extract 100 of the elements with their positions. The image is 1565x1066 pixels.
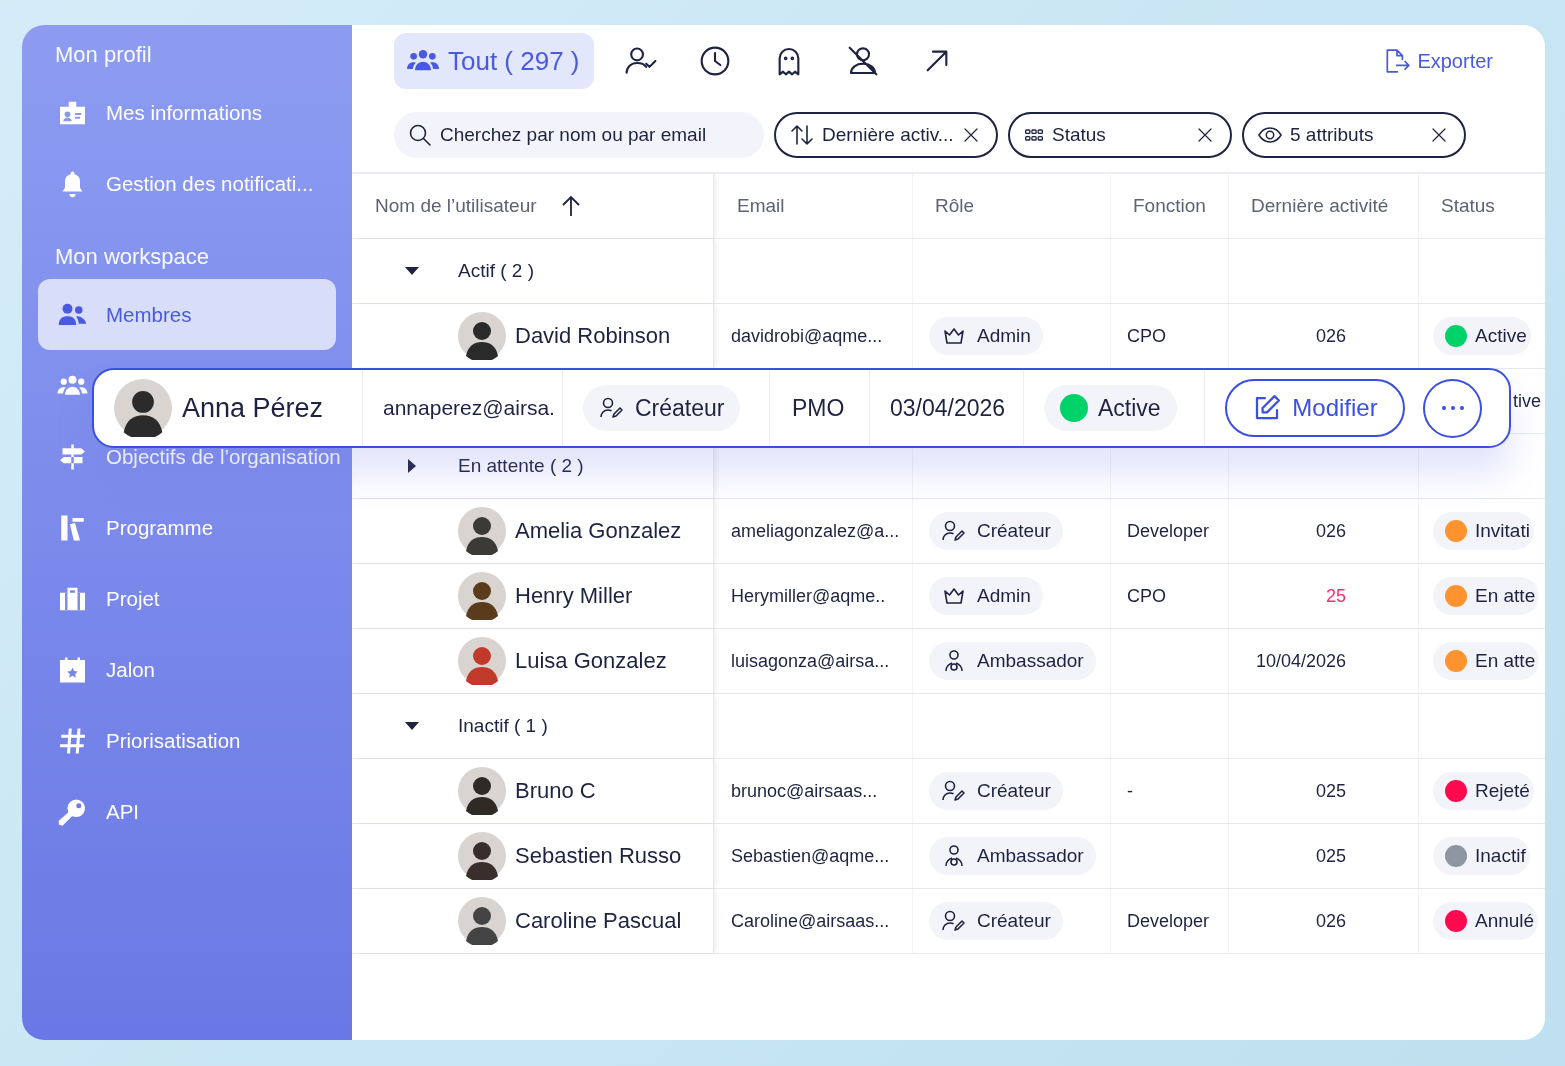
email-cell: brunoc@airsaas... [731, 780, 878, 802]
user-name: Anna Pérez [182, 392, 324, 424]
email-cell: Caroline@airsaas... [731, 910, 890, 932]
user-name: Henry Miller [515, 583, 633, 609]
caret-down-icon[interactable] [404, 266, 420, 276]
close-icon[interactable] [962, 126, 980, 144]
user-name: Amelia Gonzalez [515, 518, 682, 544]
email-cell: Sebastien@aqme... [731, 845, 890, 867]
column-header[interactable]: Dernière activité [1251, 195, 1389, 217]
email-cell: Herymiller@aqme.. [731, 585, 886, 607]
filter-tab[interactable]: Tout ( 297 ) [394, 33, 594, 89]
status-badge: Rejeté [1433, 772, 1534, 810]
export-icon [1383, 48, 1412, 74]
last-activity-cell: 03/04/2026 [890, 394, 1006, 422]
sidebar-item-label: Programme [106, 515, 214, 540]
column-header[interactable]: Status [1441, 195, 1495, 217]
sidebar-item-label: Gestion des notificati... [106, 171, 314, 196]
function-cell: CPO [1127, 325, 1166, 347]
sidebar-item-label: Mes informations [106, 100, 263, 125]
sidebar-item-label: API [106, 799, 140, 824]
role-badge: Créateur [929, 902, 1063, 940]
sidebar-item[interactable]: Jalon [38, 634, 336, 705]
avatar [458, 637, 506, 685]
avatar [458, 507, 506, 555]
group-label: Actif ( 2 ) [458, 260, 534, 282]
function-cell: - [1127, 780, 1133, 802]
role-badge: Ambassador [929, 642, 1096, 680]
email-cell: luisagonza@airsa... [731, 650, 890, 672]
edit-button[interactable]: Modifier [1225, 379, 1405, 437]
last-activity-cell: 026 [1315, 910, 1346, 932]
group-label: Inactif ( 1 ) [458, 715, 548, 737]
user-pen-icon [599, 396, 625, 420]
filter-chip[interactable]: Dernière activ... [774, 112, 998, 158]
sidebar-item-label: Projet [106, 586, 160, 611]
sidebar-item-label: Membres [106, 302, 192, 327]
filter-chip[interactable]: Status [1008, 112, 1232, 158]
email-cell: davidrobi@aqme... [731, 325, 883, 347]
role-badge: Admin [929, 317, 1043, 355]
role-badge: Créateur [929, 772, 1063, 810]
function-cell: CPO [1127, 585, 1166, 607]
role-badge: Créateur [583, 385, 741, 431]
avatar [458, 572, 506, 620]
user-pen-icon [941, 909, 967, 933]
sidebar-item[interactable]: Programme [38, 492, 336, 563]
filter-chip[interactable]: 5 attributs [1242, 112, 1466, 158]
status-label: tive [1513, 390, 1541, 412]
last-activity-cell: 25 [1325, 585, 1346, 607]
status-badge: Inactif [1433, 837, 1530, 875]
email-cell: annaperez@airsa. [383, 396, 555, 420]
close-icon[interactable] [1430, 126, 1448, 144]
search-icon [408, 123, 432, 147]
column-header[interactable]: Fonction [1133, 195, 1206, 217]
sidebar-item-label: Jalon [106, 657, 155, 682]
user-name: Caroline Pascual [515, 908, 682, 934]
caret-down-icon[interactable] [404, 721, 420, 731]
function-cell: Developer [1127, 520, 1210, 542]
sidebar-item-label: Priorisatisation [106, 728, 241, 753]
column-header[interactable]: Nom de l’utilisateur [375, 195, 537, 217]
sidebar-item[interactable]: Priorisatisation [38, 705, 336, 776]
section-title: Mon workspace [54, 243, 211, 271]
user-name: Sebastien Russo [515, 843, 682, 869]
sort-icon [790, 123, 814, 147]
status-badge: En atte [1433, 642, 1540, 680]
avatar [458, 312, 506, 360]
user-pen-icon [941, 779, 967, 803]
group-label: En attente ( 2 ) [458, 455, 584, 477]
role-badge: Créateur [929, 512, 1063, 550]
status-badge: Active [1044, 385, 1177, 431]
role-badge: Ambassador [929, 837, 1096, 875]
function-cell: Developer [1127, 910, 1210, 932]
user-check-icon [623, 45, 658, 77]
function-cell: PMO [792, 394, 845, 422]
last-activity-cell: 025 [1315, 845, 1346, 867]
chip-label: Dernière activ... [822, 124, 954, 146]
more-icon [1440, 405, 1465, 411]
sidebar-item[interactable]: Projet [38, 563, 336, 634]
user-pen-icon [941, 519, 967, 543]
section-title: Mon profil [54, 41, 153, 69]
status-badge: Invitati [1433, 512, 1534, 550]
search-field[interactable]: Cherchez par nom ou par email [394, 112, 764, 158]
avatar [458, 897, 506, 945]
last-activity-cell: 025 [1315, 780, 1346, 802]
last-activity-cell: 026 [1315, 325, 1346, 347]
caret-right-icon[interactable] [407, 458, 417, 474]
sidebar-item[interactable]: Membres [38, 279, 336, 350]
export-link[interactable]: Exporter [1383, 48, 1493, 74]
role-badge: Admin [929, 577, 1043, 615]
column-header[interactable]: Email [737, 195, 785, 217]
status-badge: En atte [1433, 577, 1540, 615]
email-cell: ameliagonzalez@a... [731, 520, 900, 542]
user-name: Bruno C [515, 778, 596, 804]
row-preview-popover[interactable]: Anna Pérez annaperez@airsa. Créateur PMO 03/04/2026 Active Modifier [92, 368, 1511, 448]
avatar [458, 832, 506, 880]
last-activity-cell: 026 [1315, 520, 1346, 542]
status-badge: Annulé [1433, 902, 1539, 940]
sidebar-item[interactable]: API [38, 776, 336, 847]
user-name: Luisa Gonzalez [515, 648, 667, 674]
column-header[interactable]: Rôle [935, 195, 975, 217]
close-icon[interactable] [1196, 126, 1214, 144]
avatar [114, 379, 172, 437]
